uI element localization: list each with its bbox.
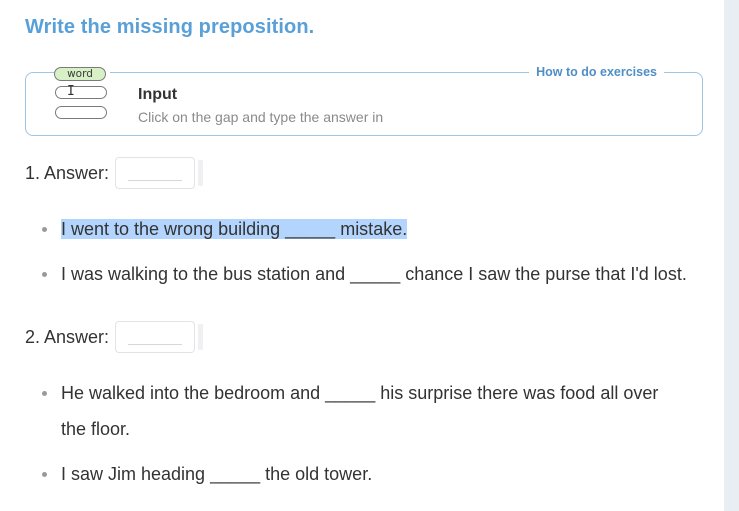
- howto-panel: How to do exercises word I Input Click o…: [25, 65, 703, 136]
- empty-gap-pill-icon: [55, 106, 107, 119]
- exercise-page: Write the missing preposition. How to do…: [0, 0, 724, 511]
- sentence-text: I saw Jim heading _____ the old tower.: [61, 464, 373, 484]
- answer-input-2[interactable]: [115, 321, 196, 353]
- word-pill-icon: word: [54, 67, 106, 81]
- answer-input-1[interactable]: [115, 157, 196, 189]
- text-cursor-icon: I: [67, 84, 75, 99]
- sentence-item: I was walking to the bus station and ___…: [42, 256, 712, 292]
- question-2-sentences: He walked into the bedroom and _____ his…: [42, 375, 682, 492]
- sentence-item: I went to the wrong building _____ mista…: [42, 211, 712, 247]
- answer-gap-underline: [128, 344, 183, 345]
- answer-drop-handle: [198, 160, 204, 186]
- exercise-title: Write the missing preposition.: [25, 16, 315, 38]
- input-mode-description: Click on the gap and type the answer in: [138, 109, 384, 125]
- answer-label-2: 2. Answer:: [25, 327, 110, 347]
- empty-gap-pill-icon: [55, 86, 107, 99]
- how-to-do-exercises-link[interactable]: How to do exercises: [529, 65, 664, 79]
- input-illustration-icon: word I: [54, 67, 110, 127]
- sentence-text: He walked into the bedroom and _____ his…: [61, 383, 659, 439]
- sentence-item: I saw Jim heading _____ the old tower.: [42, 456, 682, 492]
- answer-row-2: 2. Answer:: [25, 321, 204, 353]
- input-mode-title: Input: [138, 86, 178, 103]
- sentence-item: He walked into the bedroom and _____ his…: [42, 375, 682, 447]
- answer-gap-underline: [128, 180, 183, 181]
- answer-label-1: 1. Answer:: [25, 163, 110, 183]
- selected-sentence-text: I went to the wrong building _____ mista…: [61, 219, 408, 239]
- answer-drop-handle: [198, 324, 204, 350]
- question-1-sentences: I went to the wrong building _____ mista…: [42, 211, 712, 292]
- answer-row-1: 1. Answer:: [25, 157, 204, 189]
- sentence-text: I was walking to the bus station and ___…: [61, 264, 687, 284]
